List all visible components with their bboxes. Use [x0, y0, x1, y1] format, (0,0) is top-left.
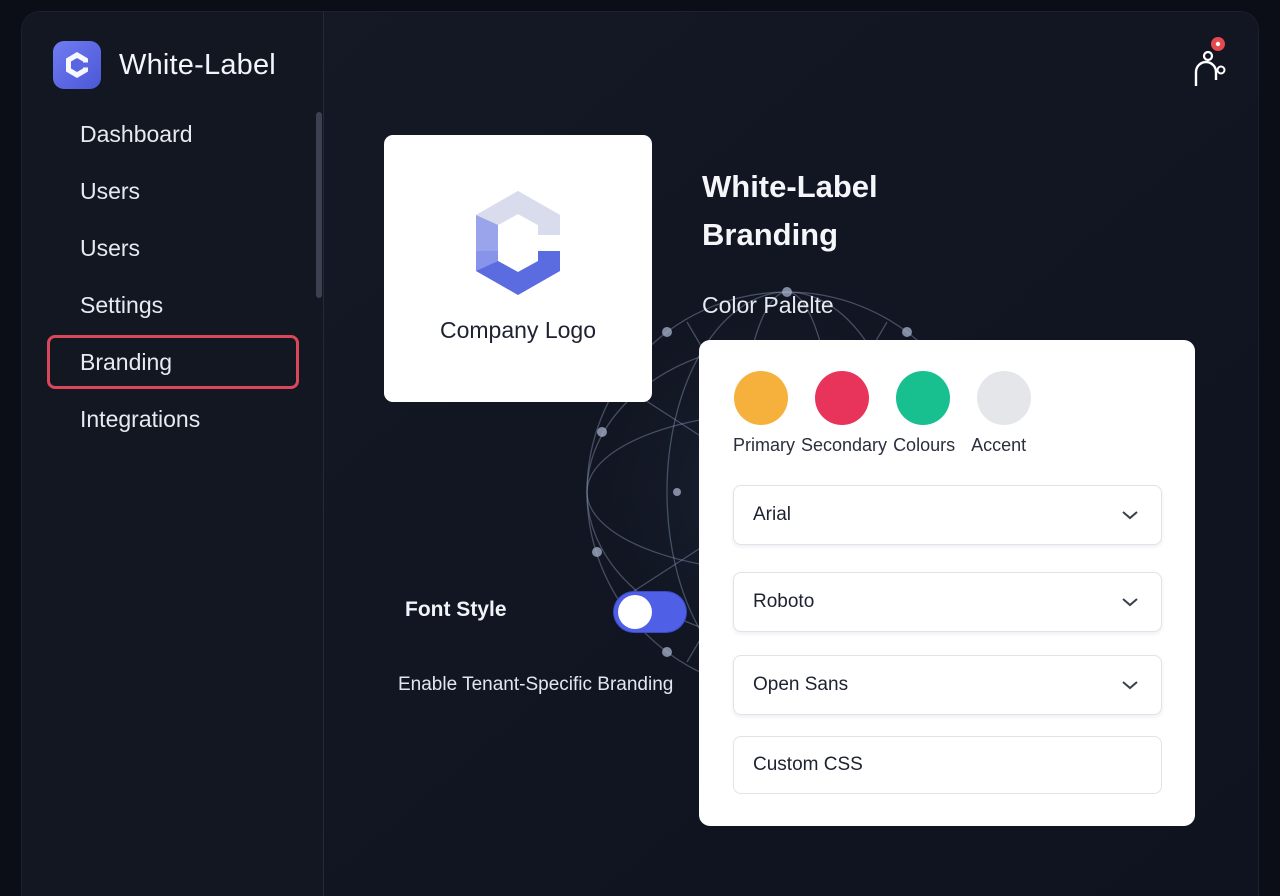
swatch-colours[interactable]: [896, 371, 950, 425]
font-select-arial[interactable]: Arial: [733, 485, 1162, 545]
chevron-down-icon: [1122, 681, 1138, 690]
color-palette-label: Color Palelte: [702, 292, 834, 318]
sidebar: White-Label Dashboard Users Users Settin…: [22, 12, 324, 896]
brand-logo-icon: [53, 41, 101, 89]
user-notification-icon[interactable]: [1188, 34, 1228, 88]
page-title-line-2: Branding: [702, 217, 839, 252]
swatch-accent[interactable]: [977, 371, 1031, 425]
font-style-toggle[interactable]: [614, 592, 686, 632]
swatch-labels: Primary Secondary Colours Accent: [733, 435, 1032, 456]
branding-panel: Primary Secondary Colours Accent Arial R…: [699, 340, 1195, 826]
toggle-knob: [618, 595, 652, 629]
custom-css-placeholder: Custom CSS: [753, 754, 863, 775]
font-select-roboto[interactable]: Roboto: [733, 572, 1162, 632]
app-window: White-Label Dashboard Users Users Settin…: [22, 12, 1258, 896]
company-logo-card[interactable]: Company Logo: [384, 135, 652, 402]
sidebar-item-dashboard[interactable]: Dashboard: [47, 107, 299, 161]
sidebar-nav: Dashboard Users Users Settings Branding …: [47, 107, 299, 449]
brand: White-Label: [53, 41, 276, 89]
chevron-down-icon: [1122, 511, 1138, 520]
font-select-arial-value: Arial: [753, 504, 792, 525]
swatch-label-colours: Colours: [893, 435, 956, 455]
sidebar-scrollbar[interactable]: [316, 112, 322, 298]
app-title: White-Label: [119, 48, 276, 81]
font-style-label: Font Style: [405, 598, 507, 621]
sidebar-item-integrations[interactable]: Integrations: [47, 392, 299, 446]
page-title-line-1: White-Label: [702, 169, 878, 204]
sidebar-item-users-2[interactable]: Users: [47, 221, 299, 275]
swatch-label-secondary: Secondary: [801, 435, 888, 455]
sidebar-item-users[interactable]: Users: [47, 164, 299, 218]
company-logo-icon: [476, 191, 560, 295]
custom-css-input[interactable]: Custom CSS: [733, 736, 1162, 794]
page-title: White-Label Branding: [702, 163, 962, 259]
swatch-secondary[interactable]: [815, 371, 869, 425]
swatch-primary[interactable]: [734, 371, 788, 425]
color-swatches: [734, 371, 1058, 425]
swatch-label-primary: Primary: [733, 435, 795, 455]
sidebar-item-settings[interactable]: Settings: [47, 278, 299, 332]
font-select-open-sans-value: Open Sans: [753, 674, 849, 695]
font-select-roboto-value: Roboto: [753, 591, 815, 612]
logo-caption: Company Logo: [440, 317, 596, 343]
main-content: Company Logo White-Label Branding Color …: [325, 12, 1258, 896]
sidebar-item-branding[interactable]: Branding: [47, 335, 299, 389]
tenant-branding-label: Enable Tenant-Specific Branding: [398, 674, 674, 695]
swatch-label-accent: Accent: [971, 435, 1027, 455]
chevron-down-icon: [1122, 598, 1138, 607]
font-select-open-sans[interactable]: Open Sans: [733, 655, 1162, 715]
